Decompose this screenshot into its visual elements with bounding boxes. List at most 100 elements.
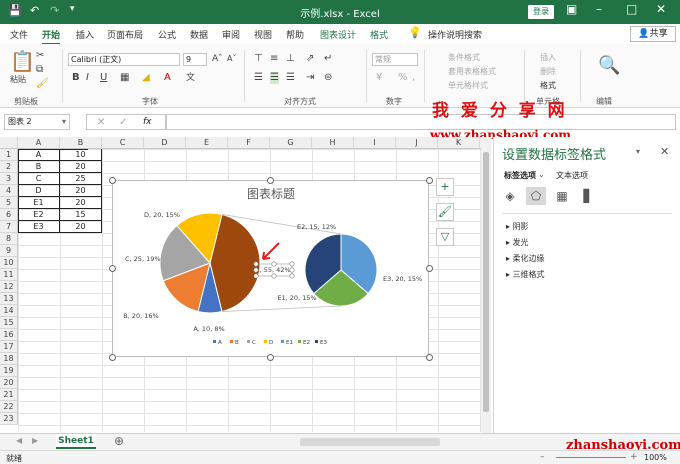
row-header[interactable]: 2	[0, 161, 18, 173]
data-label-e3[interactable]: E3, 20, 15%	[383, 275, 422, 283]
data-label-d[interactable]: D, 20, 15%	[144, 211, 180, 219]
row-header[interactable]: 21	[0, 389, 18, 401]
section-glow[interactable]: ▸ 发光	[506, 237, 529, 248]
tab-insert[interactable]: 插入	[76, 28, 94, 41]
label-handle[interactable]	[271, 261, 277, 267]
chart-resize-handle[interactable]	[425, 353, 433, 361]
value-cell[interactable]: 15	[60, 209, 102, 221]
insert-function-icon[interactable]: fx	[143, 117, 152, 127]
paste-label[interactable]: 粘贴	[10, 74, 26, 85]
column-header[interactable]: K	[438, 137, 480, 149]
row-header[interactable]: 1	[0, 149, 18, 161]
legend-entry[interactable]: A	[218, 340, 222, 346]
tab-help[interactable]: 帮助	[286, 28, 304, 41]
label-handle[interactable]	[289, 261, 295, 267]
tab-formulas[interactable]: 公式	[158, 28, 176, 41]
font-color-icon[interactable]: A	[164, 72, 171, 84]
tell-me-search[interactable]: 操作说明搜索	[428, 28, 482, 41]
label-options-icon[interactable]: ▋	[578, 187, 598, 205]
minimize-icon[interactable]: –	[596, 2, 602, 16]
data-label-c[interactable]: C, 25, 19%	[125, 255, 161, 263]
row-header[interactable]: 3	[0, 173, 18, 185]
name-box-dropdown-icon[interactable]: ▾	[62, 117, 66, 126]
value-cell[interactable]: 10	[60, 149, 102, 161]
section-3d-format[interactable]: ▸ 三维格式	[506, 269, 545, 280]
column-header[interactable]: F	[228, 137, 270, 149]
comma-icon[interactable]: ,	[412, 72, 415, 84]
data-label-a[interactable]: A, 10, 8%	[193, 325, 224, 333]
select-all-corner[interactable]	[0, 137, 18, 149]
border-icon[interactable]: ▦	[120, 72, 129, 84]
format-cells-button[interactable]: 格式	[540, 80, 556, 91]
chart-resize-handle[interactable]	[108, 353, 116, 361]
merge-center-icon[interactable]: ⊜	[324, 72, 332, 84]
value-cell[interactable]: 25	[60, 173, 102, 185]
share-button[interactable]: 👤共享	[630, 26, 676, 42]
category-cell[interactable]: E1	[18, 197, 60, 209]
tab-page-layout[interactable]: 页面布局	[107, 28, 143, 41]
tab-label-options[interactable]: 标签选项	[504, 170, 536, 181]
row-header[interactable]: 5	[0, 197, 18, 209]
italic-button[interactable]: I	[86, 72, 89, 84]
close-icon[interactable]: ✕	[660, 145, 669, 158]
next-sheet-icon[interactable]: ▶	[32, 436, 38, 445]
zoom-in-icon[interactable]: +	[630, 452, 638, 462]
column-header[interactable]: C	[102, 137, 144, 149]
tab-home[interactable]: 开始	[42, 28, 61, 45]
row-header[interactable]: 9	[0, 245, 18, 257]
paste-icon[interactable]: 📋	[10, 50, 35, 72]
row-header[interactable]: 10	[0, 257, 18, 269]
tab-chart-design[interactable]: 图表设计	[320, 28, 356, 41]
column-header[interactable]: J	[396, 137, 438, 149]
value-cell[interactable]: 20	[60, 185, 102, 197]
column-header[interactable]: B	[60, 137, 102, 149]
legend-entry[interactable]: E3	[320, 340, 327, 346]
align-top-icon[interactable]: ⊤	[254, 53, 263, 65]
tab-view[interactable]: 视图	[254, 28, 272, 41]
insert-cells-button[interactable]: 插入	[540, 52, 556, 63]
label-handle[interactable]	[289, 273, 295, 279]
tab-text-options[interactable]: 文本选项	[556, 170, 588, 181]
chart-resize-handle[interactable]	[425, 176, 433, 184]
category-cell[interactable]: C	[18, 173, 60, 185]
legend-entry[interactable]: D	[269, 340, 273, 346]
row-header[interactable]: 4	[0, 185, 18, 197]
row-header[interactable]: 7	[0, 221, 18, 233]
align-left-icon[interactable]: ☰	[254, 72, 263, 84]
row-header[interactable]: 15	[0, 317, 18, 329]
category-cell[interactable]: D	[18, 185, 60, 197]
percent-icon[interactable]: %	[398, 72, 408, 84]
column-header[interactable]: G	[270, 137, 312, 149]
label-handle[interactable]	[253, 267, 259, 273]
column-header[interactable]: D	[144, 137, 186, 149]
label-handle[interactable]	[253, 261, 259, 267]
size-properties-icon[interactable]: ▦	[552, 187, 572, 205]
align-right-icon[interactable]: ☰	[286, 72, 295, 84]
chart-resize-handle[interactable]	[108, 176, 116, 184]
column-header[interactable]: E	[186, 137, 228, 149]
fill-line-icon[interactable]: ◈	[500, 187, 520, 205]
label-handle[interactable]	[271, 273, 277, 279]
legend-entry[interactable]: E2	[303, 340, 310, 346]
row-header[interactable]: 16	[0, 329, 18, 341]
column-header[interactable]: A	[18, 137, 60, 149]
add-sheet-icon[interactable]: ⊕	[114, 434, 124, 448]
tab-file[interactable]: 文件	[10, 28, 28, 41]
row-header[interactable]: 18	[0, 353, 18, 365]
row-header[interactable]: 11	[0, 269, 18, 281]
formula-input[interactable]	[166, 114, 676, 130]
category-cell[interactable]: B	[18, 161, 60, 173]
category-cell[interactable]: A	[18, 149, 60, 161]
currency-icon[interactable]: ¥	[376, 72, 382, 84]
tab-review[interactable]: 审阅	[222, 28, 240, 41]
effects-icon[interactable]: ⬠	[526, 187, 546, 205]
underline-button[interactable]: U	[100, 72, 107, 84]
legend-entry[interactable]: E1	[286, 340, 293, 346]
category-cell[interactable]: E3	[18, 221, 60, 233]
value-cell[interactable]: 20	[60, 221, 102, 233]
chart-styles-button[interactable]: 🖌	[436, 203, 454, 221]
cut-icon[interactable]: ✂	[36, 50, 44, 62]
font-size-select[interactable]: 9	[183, 53, 207, 66]
chevron-down-icon[interactable]: ⌄	[538, 170, 545, 179]
ribbon-display-icon[interactable]: ▣	[566, 2, 577, 16]
